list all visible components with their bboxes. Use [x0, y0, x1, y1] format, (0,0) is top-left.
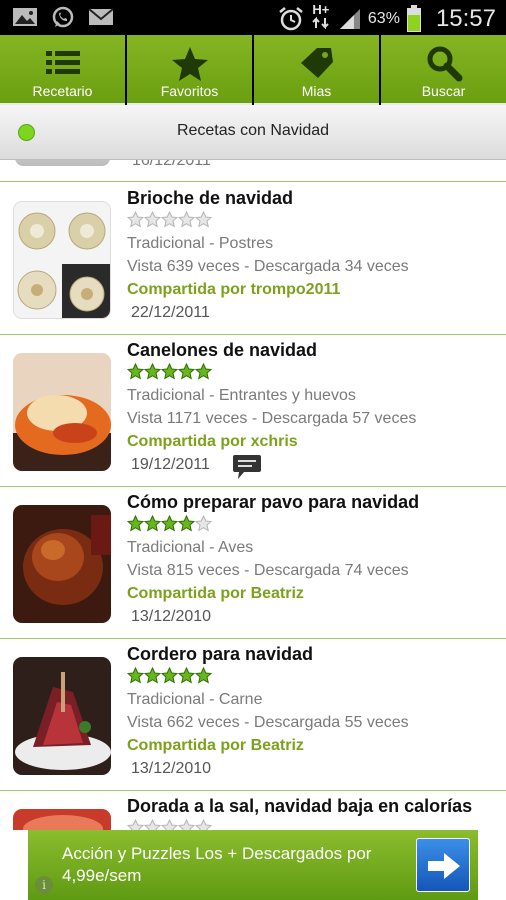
- comment-icon[interactable]: [232, 453, 262, 481]
- star-filled-icon: [178, 515, 195, 532]
- star-empty-icon: [127, 819, 144, 830]
- list-icon: [45, 51, 80, 74]
- whatsapp-icon: [52, 6, 74, 28]
- recipe-category: Tradicional - Aves: [127, 539, 254, 556]
- tab-buscar[interactable]: Buscar: [381, 35, 506, 105]
- recipe-stats: Vista 662 veces - Descargada 55 veces: [127, 714, 409, 731]
- star-filled-icon: [178, 363, 195, 380]
- recipe-stats: Vista 1171 veces - Descargada 57 veces: [127, 410, 417, 427]
- gallery-icon: [13, 8, 37, 26]
- recipe-thumbnail: [13, 353, 111, 471]
- star-filled-icon: [144, 515, 161, 532]
- alarm-icon: [279, 6, 303, 30]
- star-filled-icon: [127, 363, 144, 380]
- tab-favoritos[interactable]: Favoritos: [127, 35, 252, 105]
- star-filled-icon: [144, 363, 161, 380]
- star-empty-icon: [127, 211, 144, 228]
- list-item[interactable]: Canelones de navidad Tradicional - Entra…: [0, 335, 506, 487]
- recipe-author[interactable]: Compartida por xchris: [127, 433, 298, 451]
- star-empty-icon: [178, 211, 195, 228]
- star-filled-icon: [127, 667, 144, 684]
- network-arrows-icon: [312, 16, 329, 30]
- recipe-thumbnail: [13, 809, 111, 830]
- list-item[interactable]: Brioche de navidad Tradicional - Postres…: [0, 183, 506, 335]
- tab-bar: Recetario Favoritos Mias Buscar: [0, 35, 506, 105]
- tab-label: Buscar: [421, 83, 466, 99]
- rating-stars: [127, 211, 212, 228]
- star-empty-icon: [144, 211, 161, 228]
- star-filled-icon: [161, 667, 178, 684]
- rating-stars: [127, 363, 212, 380]
- tab-label: Recetario: [32, 83, 93, 99]
- list-item[interactable]: Cómo preparar pavo para navidad Tradicio…: [0, 487, 506, 639]
- recipe-author[interactable]: Compartida por Beatriz: [127, 737, 304, 755]
- star-empty-icon: [161, 211, 178, 228]
- recipe-date: 19/12/2011: [131, 456, 210, 473]
- email-icon: [88, 8, 114, 25]
- recipe-thumbnail: [13, 201, 111, 319]
- clock: 15:57: [435, 4, 496, 32]
- ad-text: Acción y Puzzles Los + Descargados por 4…: [62, 844, 372, 885]
- info-icon[interactable]: i: [35, 876, 53, 894]
- recipe-list[interactable]: 16/12/2011 Brioche de navidad Tradiciona…: [0, 160, 506, 830]
- recipe-thumbnail: [13, 505, 111, 623]
- rating-stars: [127, 667, 212, 684]
- recipe-category: Tradicional - Entrantes y huevos: [127, 387, 356, 404]
- rating-stars: [127, 819, 212, 830]
- recipe-date: 16/12/2011: [132, 160, 211, 169]
- star-filled-icon: [127, 515, 144, 532]
- recipe-category: Tradicional - Carne: [127, 691, 263, 708]
- category-header: Recetas con Navidad: [0, 105, 506, 160]
- signal-icon: [339, 8, 360, 29]
- recipe-title: Cómo preparar pavo para navidad: [127, 492, 420, 512]
- search-icon: [427, 46, 462, 82]
- star-empty-icon: [195, 819, 212, 830]
- recipe-date: 13/12/2010: [131, 608, 212, 625]
- arrow-right-icon: [428, 853, 460, 879]
- ad-go-button[interactable]: [416, 838, 470, 892]
- list-item[interactable]: 16/12/2011: [0, 160, 506, 182]
- rating-stars: [127, 515, 212, 532]
- recipe-stats: Vista 639 veces - Descargada 34 veces: [127, 258, 409, 275]
- list-item[interactable]: Cordero para navidad Tradicional - Carne…: [0, 639, 506, 791]
- recipe-stats: Vista 815 veces - Descargada 74 veces: [127, 562, 409, 579]
- page-title: Recetas con Navidad: [176, 122, 330, 139]
- star-empty-icon: [144, 819, 161, 830]
- recipe-date: 13/12/2010: [131, 760, 212, 777]
- star-empty-icon: [161, 819, 178, 830]
- star-filled-icon: [195, 667, 212, 684]
- tab-mias[interactable]: Mias: [254, 35, 379, 105]
- battery-percent: 63%: [367, 9, 400, 27]
- tag-icon: [300, 48, 333, 78]
- star-filled-icon: [195, 363, 212, 380]
- star-icon: [171, 47, 208, 81]
- status-bar: H+ 63% 15:57: [0, 0, 506, 35]
- recipe-title: Cordero para navidad: [127, 644, 314, 664]
- recipe-date: 22/12/2011: [131, 304, 210, 321]
- list-item[interactable]: Dorada a la sal, navidad baja en caloría…: [0, 791, 506, 830]
- star-filled-icon: [144, 667, 161, 684]
- recipe-thumbnail: [15, 160, 110, 166]
- star-empty-icon: [195, 515, 212, 532]
- star-filled-icon: [161, 515, 178, 532]
- star-filled-icon: [161, 363, 178, 380]
- recipe-category: Tradicional - Postres: [127, 235, 274, 252]
- recipe-title: Canelones de navidad: [127, 340, 318, 360]
- star-empty-icon: [178, 819, 195, 830]
- tab-recetario[interactable]: Recetario: [0, 35, 125, 105]
- ad-banner[interactable]: Acción y Puzzles Los + Descargados por 4…: [28, 830, 478, 900]
- tab-label: Favoritos: [160, 83, 219, 99]
- recipe-thumbnail: [13, 657, 111, 775]
- battery-icon: [406, 4, 421, 32]
- tab-label: Mias: [301, 83, 332, 99]
- recipe-author[interactable]: Compartida por Beatriz: [127, 585, 304, 603]
- star-empty-icon: [195, 211, 212, 228]
- star-filled-icon: [178, 667, 195, 684]
- recipe-title: Dorada a la sal, navidad baja en caloría…: [127, 796, 473, 816]
- recipe-title: Brioche de navidad: [127, 188, 294, 208]
- network-type: H+: [310, 3, 332, 34]
- recipe-author[interactable]: Compartida por trompo2011: [127, 281, 340, 299]
